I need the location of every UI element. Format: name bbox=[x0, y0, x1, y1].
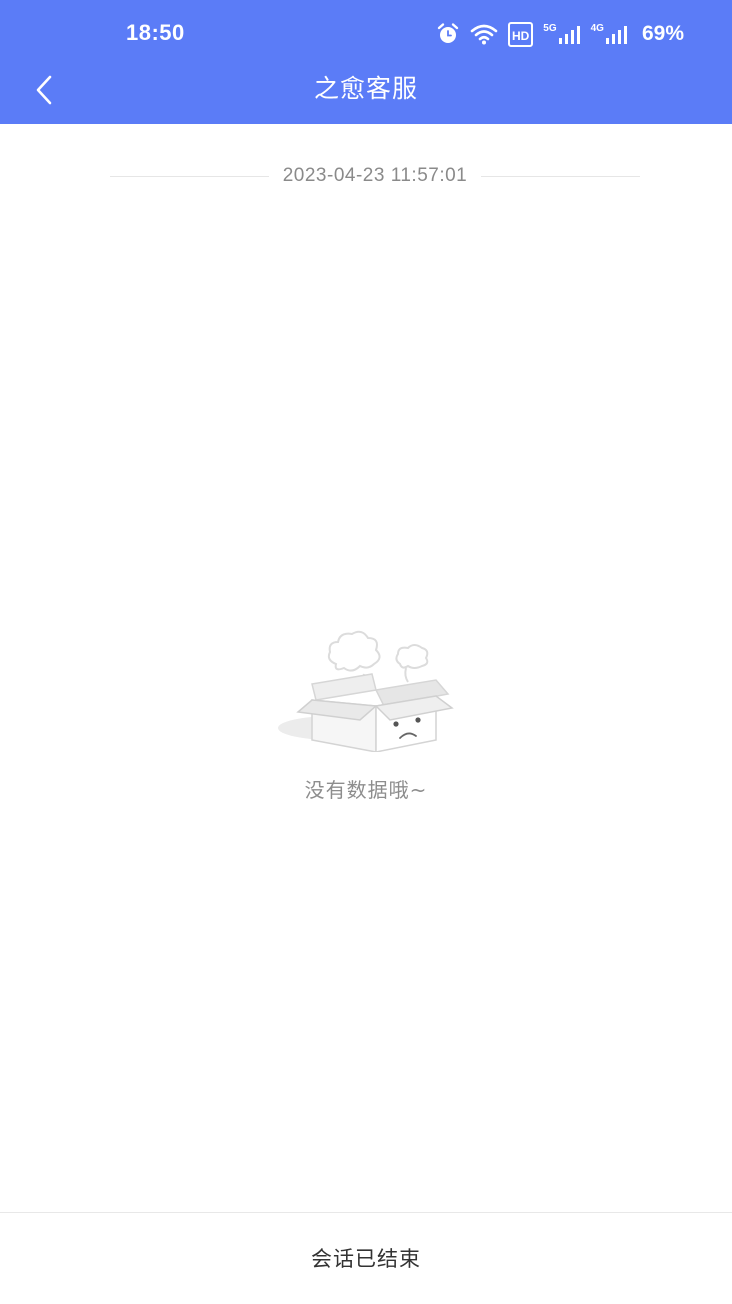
hd-label: HD bbox=[511, 28, 530, 43]
status-icons: HD 5G 4G 69% bbox=[436, 20, 684, 48]
back-button[interactable] bbox=[22, 68, 66, 112]
alarm-icon bbox=[436, 22, 460, 46]
divider-left bbox=[110, 175, 269, 177]
chevron-left-icon bbox=[36, 75, 52, 105]
timestamp-divider: 2023-04-23 11:57:01 bbox=[110, 162, 640, 190]
signal-5g-icon: 5G bbox=[543, 24, 580, 44]
nav-bar: 之愈客服 bbox=[0, 66, 732, 124]
status-bar: 18:50 HD 5G 4G 69% bbox=[0, 0, 732, 66]
app-header: 18:50 HD 5G 4G 69% 之愈客服 bbox=[0, 0, 732, 124]
hd-voice-icon: HD bbox=[507, 21, 534, 47]
session-ended-text: 会话已结束 bbox=[311, 1247, 421, 1271]
empty-message: 没有数据哦~ bbox=[304, 778, 428, 802]
session-footer: 会话已结束 bbox=[0, 1212, 732, 1304]
signal-4g-label: 4G bbox=[590, 23, 604, 34]
empty-state: 没有数据哦~ bbox=[0, 620, 732, 820]
chat-timestamp: 2023-04-23 11:57:01 bbox=[282, 165, 468, 186]
signal-4g-icon: 4G bbox=[591, 24, 628, 44]
signal-5g-label: 5G bbox=[543, 23, 557, 34]
chat-content[interactable]: 2023-04-23 11:57:01 没有数据哦~ bbox=[0, 124, 732, 1212]
status-time: 18:50 bbox=[126, 20, 185, 45]
wifi-icon bbox=[470, 22, 498, 46]
divider-right bbox=[481, 175, 640, 177]
empty-box-icon bbox=[278, 630, 454, 752]
page-title: 之愈客服 bbox=[313, 74, 418, 103]
battery-percentage: 69% bbox=[641, 22, 684, 45]
